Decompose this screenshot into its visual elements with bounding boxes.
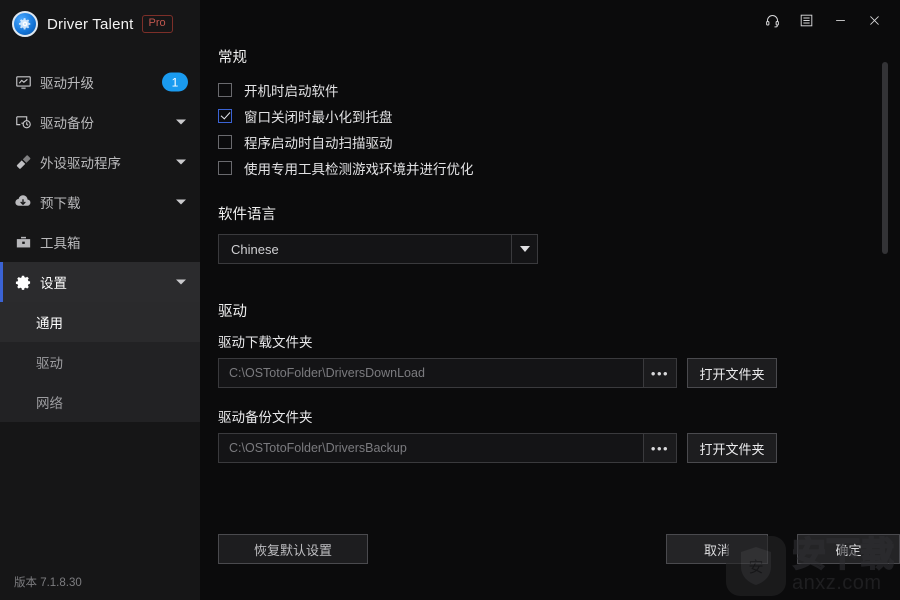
sidebar-subitem-driver[interactable]: 驱动 [0, 342, 200, 382]
open-backup-folder-button[interactable]: 打开文件夹 [687, 433, 777, 463]
menu-list-icon[interactable] [792, 7, 820, 33]
checkbox-label: 程序启动时自动扫描驱动 [244, 136, 393, 151]
gear-icon [14, 273, 32, 291]
sidebar-item-label: 驱动升级 [40, 76, 94, 91]
language-select[interactable]: Chinese [218, 234, 538, 264]
brand-name: Driver Talent [47, 15, 134, 33]
brand-header: Driver Talent Pro [0, 0, 200, 48]
chevron-down-icon [176, 199, 186, 205]
backup-path-input[interactable]: C:\OSTotoFolder\DriversBackup [218, 433, 644, 463]
scrollbar-thumb[interactable] [882, 62, 888, 254]
download-path-input[interactable]: C:\OSTotoFolder\DriversDownLoad [218, 358, 644, 388]
settings-content: 常规 开机时启动软件 窗口关闭时最小化到托盘 程序启动时自动扫描驱动 使用专用工… [218, 46, 888, 526]
checkbox-label: 窗口关闭时最小化到托盘 [244, 110, 393, 125]
settings-subnav: 通用 驱动 网络 [0, 302, 200, 422]
sidebar-item-label: 工具箱 [40, 236, 81, 251]
checkbox-label: 开机时启动软件 [244, 84, 339, 99]
backup-folder-row: C:\OSTotoFolder\DriversBackup ••• 打开文件夹 [218, 433, 888, 463]
chevron-down-icon[interactable] [511, 235, 537, 263]
checkbox-row-startup[interactable]: 开机时启动软件 [218, 77, 888, 103]
checkbox-game-optimize[interactable] [218, 161, 232, 175]
open-download-folder-button[interactable]: 打开文件夹 [687, 358, 777, 388]
browse-download-button[interactable]: ••• [644, 358, 677, 388]
content-scrollbar[interactable] [882, 62, 888, 322]
checkbox-startup[interactable] [218, 83, 232, 97]
pro-badge: Pro [141, 14, 173, 34]
minimize-icon[interactable] [826, 7, 854, 33]
sidebar-item-driver-upgrade[interactable]: 驱动升级 1 [0, 62, 200, 102]
main-panel: 常规 开机时启动软件 窗口关闭时最小化到托盘 程序启动时自动扫描驱动 使用专用工… [200, 0, 900, 600]
language-select-value: Chinese [231, 241, 279, 257]
toolbox-icon [14, 233, 32, 251]
section-title-driver: 驱动 [218, 304, 247, 320]
usb-device-icon [14, 153, 32, 171]
monitor-clock-icon [14, 113, 32, 131]
monitor-chart-icon [14, 73, 32, 91]
sidebar: Driver Talent Pro 驱动升级 1 驱动备份 外设驱动程序 预下载… [0, 0, 200, 600]
browse-backup-button[interactable]: ••• [644, 433, 677, 463]
sidebar-item-peripheral-drivers[interactable]: 外设驱动程序 [0, 142, 200, 182]
confirm-button[interactable]: 确定 [797, 534, 900, 564]
version-label: 版本 7.1.8.30 [14, 577, 82, 589]
application-window: Driver Talent Pro 驱动升级 1 驱动备份 外设驱动程序 预下载… [0, 0, 900, 600]
checkbox-minimize-tray[interactable] [218, 109, 232, 123]
sidebar-item-label: 预下载 [40, 196, 81, 211]
sidebar-item-predownload[interactable]: 预下载 [0, 182, 200, 222]
checkbox-label: 使用专用工具检测游戏环境并进行优化 [244, 162, 474, 177]
sidebar-item-label: 设置 [40, 276, 67, 291]
sidebar-item-settings[interactable]: 设置 [0, 262, 200, 302]
download-folder-label: 驱动下载文件夹 [218, 335, 313, 350]
restore-defaults-button[interactable]: 恢复默认设置 [218, 534, 368, 564]
sidebar-item-label: 驱动备份 [40, 116, 94, 131]
sidebar-nav: 驱动升级 1 驱动备份 外设驱动程序 预下载 工具箱 设置 通用 驱动 网络 [0, 62, 200, 422]
checkbox-row-game-optimize[interactable]: 使用专用工具检测游戏环境并进行优化 [218, 155, 888, 181]
cancel-button[interactable]: 取消 [666, 534, 768, 564]
sidebar-subitem-network[interactable]: 网络 [0, 382, 200, 422]
checkbox-row-minimize-tray[interactable]: 窗口关闭时最小化到托盘 [218, 103, 888, 129]
sidebar-item-label: 外设驱动程序 [40, 156, 121, 171]
sidebar-item-toolbox[interactable]: 工具箱 [0, 222, 200, 262]
gear-circle-icon [12, 11, 38, 37]
chevron-down-icon [176, 119, 186, 125]
close-icon[interactable] [860, 7, 888, 33]
download-folder-row: C:\OSTotoFolder\DriversDownLoad ••• 打开文件… [218, 358, 888, 388]
support-headset-icon[interactable] [758, 7, 786, 33]
chevron-down-icon [176, 159, 186, 165]
upgrade-count-badge: 1 [162, 72, 188, 92]
cloud-download-icon [14, 193, 32, 211]
chevron-down-icon [176, 279, 186, 285]
section-title-general: 常规 [218, 50, 247, 66]
footer-bar: 恢复默认设置 取消 确定 [200, 526, 900, 600]
checkbox-row-autoscan[interactable]: 程序启动时自动扫描驱动 [218, 129, 888, 155]
sidebar-item-driver-backup[interactable]: 驱动备份 [0, 102, 200, 142]
checkbox-autoscan[interactable] [218, 135, 232, 149]
section-title-language: 软件语言 [218, 207, 276, 223]
backup-folder-label: 驱动备份文件夹 [218, 410, 313, 425]
title-bar [200, 0, 900, 40]
sidebar-subitem-general[interactable]: 通用 [0, 302, 200, 342]
